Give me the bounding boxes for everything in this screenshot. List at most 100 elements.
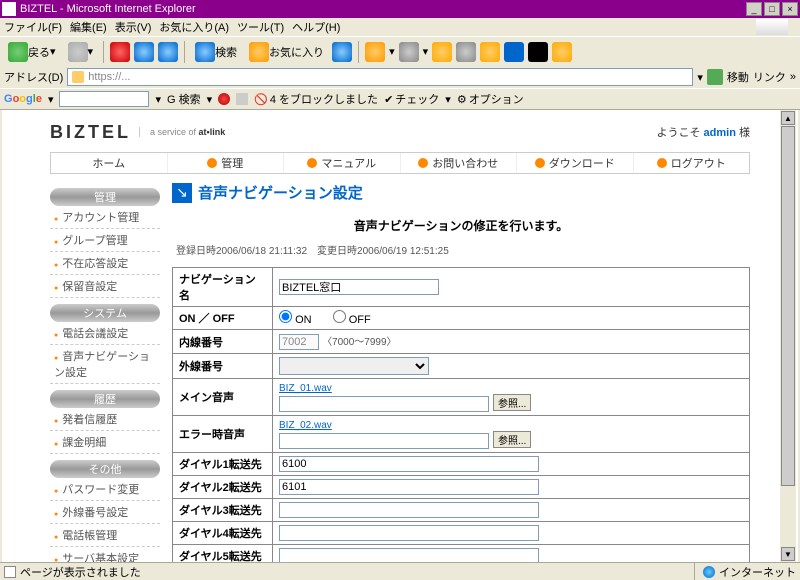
home-icon[interactable] [158,42,178,62]
radio-off[interactable]: OFF [333,314,371,326]
favorites-button[interactable]: お気に入り [245,40,328,64]
pagerank-icon[interactable] [218,93,230,105]
nav-manual[interactable]: マニュアル [283,153,400,173]
browse-main-audio[interactable]: 参照... [493,394,531,411]
google-check[interactable]: ✔ チェック [384,91,439,107]
input-nav-name[interactable] [279,279,439,295]
sidebar-head-other: その他 [50,460,160,478]
label-onoff: ON ／ OFF [173,307,273,330]
welcome-text: ようこそ admin 様 [656,124,750,140]
maximize-button[interactable]: □ [764,2,780,16]
scroll-thumb[interactable] [781,126,795,486]
sidebar-item-group[interactable]: グループ管理 [50,229,160,252]
sidebar-item-password[interactable]: パスワード変更 [50,478,160,501]
forward-button[interactable]: ▾ [64,40,98,64]
sidebar-item-voicenav[interactable]: 音声ナビゲーション設定 [50,345,160,384]
label-nav-name: ナビゲーション名 [173,268,273,307]
radio-on[interactable]: ON [279,314,312,326]
vertical-scrollbar[interactable]: ▲ ▼ [780,110,796,562]
sidebar-item-billing[interactable]: 課金明細 [50,431,160,454]
browse-error-audio[interactable]: 参照... [493,431,531,448]
browser-viewport: BIZTEL a service of at•link ようこそ admin 様… [0,110,800,562]
stop-icon[interactable] [110,42,130,62]
bluetooth-icon[interactable] [504,42,524,62]
address-label: アドレス(D) [4,69,63,85]
input-error-audio[interactable] [279,433,489,449]
main-content: ↘ 音声ナビゲーション設定 音声ナビゲーションの修正を行います。 登録日時200… [172,182,750,562]
input-dial5[interactable] [279,548,539,562]
window-titlebar: BIZTEL - Microsoft Internet Explorer _ □… [0,0,800,18]
popup-blocked[interactable]: 🚫 4 をブロックしました [254,91,378,107]
minimize-button[interactable]: _ [746,2,762,16]
scroll-down-icon[interactable]: ▼ [781,547,795,561]
google-search-button[interactable]: G 検索 [167,91,201,107]
edit-icon[interactable] [432,42,452,62]
address-input[interactable]: https://... [67,68,693,86]
icon-b[interactable] [528,42,548,62]
nav-download[interactable]: ダウンロード [516,153,633,173]
biztel-logo: BIZTEL [50,122,131,143]
select-line[interactable] [279,357,429,375]
menu-bar: ファイル(F) 編集(E) 表示(V) お気に入り(A) ツール(T) ヘルプ(… [0,18,800,36]
google-logo[interactable]: Google [4,93,42,105]
menu-file[interactable]: ファイル(F) [4,19,62,35]
sidebar-item-calllog[interactable]: 発着信履歴 [50,408,160,431]
link-error-audio[interactable]: BIZ_02.wav [279,420,332,431]
nav-logout[interactable]: ログアウト [633,153,750,173]
go-label[interactable]: 移動 [727,69,749,85]
menu-tools[interactable]: ツール(T) [237,19,284,35]
browser-toolbar: 戻る ▾ ▾ 検索 お気に入り ▾ ▾ [0,36,800,66]
menu-favorites[interactable]: お気に入り(A) [159,19,229,35]
google-icon-2[interactable] [236,93,248,105]
input-dial4[interactable] [279,525,539,541]
sidebar-item-hold[interactable]: 保留音設定 [50,275,160,298]
sidebar-item-server[interactable]: サーバ基本設定 [50,547,160,562]
google-options[interactable]: ⚙ オプション [457,91,524,107]
sidebar: 管理 アカウント管理 グループ管理 不在応答設定 保留音設定 システム 電話会議… [50,182,160,562]
input-dial1[interactable] [279,456,539,472]
menu-edit[interactable]: 編集(E) [70,19,107,35]
ie-logo-icon [756,19,788,35]
label-dial1: ダイヤル1転送先 [173,453,273,476]
links-label[interactable]: リンク [753,69,786,85]
sidebar-item-absence[interactable]: 不在応答設定 [50,252,160,275]
input-ext [279,334,319,350]
address-bar: アドレス(D) https://... ▾ 移動 リンク» [0,66,800,88]
settings-table: ナビゲーション名 ON ／ OFF ON OFF 内線番号 〈7000～7999… [172,267,750,562]
sidebar-item-account[interactable]: アカウント管理 [50,206,160,229]
label-dial5: ダイヤル5転送先 [173,545,273,563]
menu-view[interactable]: 表示(V) [115,19,152,35]
research-icon[interactable] [480,42,500,62]
back-button[interactable]: 戻る ▾ [4,40,60,64]
search-button[interactable]: 検索 [191,40,241,64]
main-nav: ホーム 管理 マニュアル お問い合わせ ダウンロード ログアウト [50,152,750,174]
security-zone: インターネット [694,563,796,580]
status-text: ページが表示されました [20,564,141,580]
google-search-input[interactable] [59,91,149,107]
page-meta: 登録日時2006/06/18 21:11:32 変更日時2006/06/19 1… [172,242,750,257]
nav-home[interactable]: ホーム [51,153,167,173]
go-button[interactable] [707,69,723,85]
sidebar-item-extline[interactable]: 外線番号設定 [50,501,160,524]
sidebar-head-history: 履歴 [50,390,160,408]
print-icon[interactable] [399,42,419,62]
discuss-icon[interactable] [456,42,476,62]
nav-admin[interactable]: 管理 [167,153,284,173]
refresh-icon[interactable] [134,42,154,62]
sidebar-item-conference[interactable]: 電話会議設定 [50,322,160,345]
close-button[interactable]: × [782,2,798,16]
mail-icon[interactable] [365,42,385,62]
history-icon[interactable] [332,42,352,62]
input-main-audio[interactable] [279,396,489,412]
nav-contact[interactable]: お問い合わせ [400,153,517,173]
messenger-icon[interactable] [552,42,572,62]
page-title-row: ↘ 音声ナビゲーション設定 [172,182,750,203]
input-dial2[interactable] [279,479,539,495]
link-main-audio[interactable]: BIZ_01.wav [279,383,332,394]
sidebar-item-phonebook[interactable]: 電話帳管理 [50,524,160,547]
page-title: 音声ナビゲーション設定 [198,182,363,203]
menu-help[interactable]: ヘルプ(H) [292,19,340,35]
scroll-up-icon[interactable]: ▲ [781,111,795,125]
input-dial3[interactable] [279,502,539,518]
label-error-audio: エラー時音声 [173,416,273,453]
